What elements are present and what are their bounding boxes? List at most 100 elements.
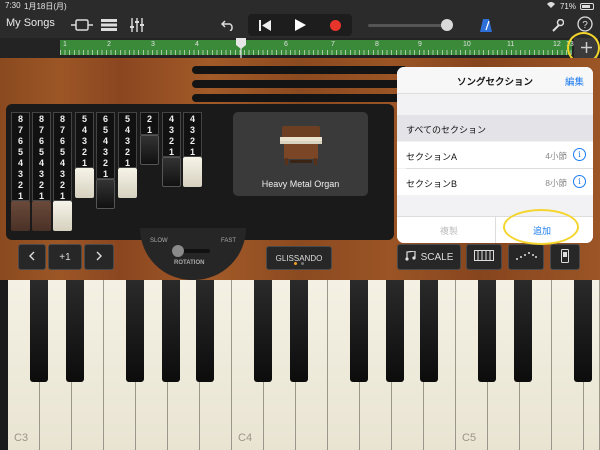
undo-icon[interactable] [220,16,236,34]
volume-knob[interactable] [441,19,453,31]
drawbar-number: 4 [38,158,44,168]
metronome-icon[interactable] [478,16,494,34]
drawbar-cap[interactable] [162,157,181,187]
browser-icon[interactable] [70,16,94,34]
glissando-button[interactable]: GLISSANDO [266,246,332,270]
black-key[interactable] [66,280,84,382]
drawbar-cap[interactable] [75,168,94,198]
ruler-number: 3 [151,41,155,48]
all-sections-label: すべてのセクション [406,125,487,135]
drawbar-8[interactable]: 4321 [162,112,181,187]
drawbar-cap[interactable] [32,201,51,231]
drawbar-number: 2 [17,180,23,190]
drawbar-cap[interactable] [118,168,137,198]
chevron-left-icon [29,251,35,264]
black-key[interactable] [514,280,532,382]
scale-button[interactable]: SCALE [397,244,461,270]
octave-label: +1 [59,251,71,263]
ruler-number: 6 [284,41,288,48]
section-row-b[interactable]: セクションB 8小節 i [397,169,593,195]
arpeggio-icon [515,251,537,264]
section-name: セクションA [406,152,458,162]
drawbar-number: 5 [38,147,44,157]
master-volume-slider[interactable] [368,24,446,27]
black-key[interactable] [196,280,214,382]
speaker-slot [192,94,407,102]
popover-header: ソングセクション 編集 [397,67,593,94]
drawbar-4[interactable]: 54321 [75,112,94,198]
octave-up-button[interactable] [84,244,114,270]
black-key[interactable] [254,280,272,382]
my-songs-button[interactable]: My Songs [6,17,55,29]
settings-wrench-icon[interactable] [548,16,566,34]
timeline-ruler[interactable]: 1 2 3 4 5 6 7 8 9 10 11 12 13 [0,38,600,58]
edit-button[interactable]: 編集 [565,74,584,88]
drawbar-number: 5 [124,114,130,124]
drawbar-number: 1 [81,158,87,168]
popover-title: ソングセクション [456,77,533,88]
drawbar-number: 2 [146,114,152,124]
piano-keyboard: C3 C4 C5 [8,280,600,450]
info-icon[interactable]: i [573,148,586,161]
speaker-slot [192,66,407,74]
drawbar-cap[interactable] [53,201,72,231]
section-row-a[interactable]: セクションA 4小節 i [397,142,593,168]
octave-down-button[interactable] [18,244,46,270]
black-key[interactable] [290,280,308,382]
all-sections-row[interactable]: すべてのセクション [397,115,593,141]
help-icon[interactable]: ? [576,15,594,33]
black-key[interactable] [478,280,496,382]
battery-percent: 71% [559,1,576,11]
keyboard-settings-button[interactable] [550,244,580,270]
drawbar-3[interactable]: 87654321 [53,112,72,231]
ruler-ticks [60,50,572,55]
info-icon[interactable]: i [573,175,586,188]
drawbar-6[interactable]: 54321 [118,112,137,198]
chevron-right-icon [96,251,102,264]
drawbar-number: 4 [124,125,130,135]
drawbar-7[interactable]: 21 [140,112,159,165]
drawbar-number: 1 [189,147,195,157]
drawbar-number: 6 [38,136,44,146]
drawbar-number: 2 [38,180,44,190]
drawbar-cap[interactable] [183,157,202,187]
drawbar-number: 4 [17,158,23,168]
drawbar-1[interactable]: 87654321 [11,112,30,231]
drawbar-2[interactable]: 87654321 [32,112,51,231]
keyboard-layout-button[interactable] [466,244,502,270]
note-label-c4: C4 [238,432,253,444]
arpeggiator-button[interactable] [508,244,544,270]
drawbar-number: 4 [102,136,108,146]
tracks-view-icon[interactable] [98,16,120,34]
black-key[interactable] [574,280,592,382]
record-button[interactable] [318,14,352,36]
drawbar-9[interactable]: 4321 [183,112,202,187]
black-key[interactable] [30,280,48,382]
note-label-c5: C5 [462,432,477,444]
drawbar-number: 5 [17,147,23,157]
drawbar-5[interactable]: 654321 [96,112,115,209]
instrument-card[interactable]: Heavy Metal Organ [233,112,368,196]
record-icon [329,19,341,31]
go-to-beginning-icon[interactable] [248,14,282,36]
highlight-circle-add [503,209,579,245]
black-key[interactable] [162,280,180,382]
black-key[interactable] [420,280,438,382]
black-key[interactable] [386,280,404,382]
rotation-label: ROTATION [174,260,205,266]
drawbar-number: 6 [102,114,108,124]
drawbar-number: 8 [59,114,65,124]
drawbar-cap[interactable] [11,201,30,231]
wifi-icon [546,1,556,11]
play-icon[interactable] [283,14,317,36]
mixer-icon[interactable] [126,16,148,34]
transport-controls [248,14,352,36]
duplicate-button[interactable]: 複製 [440,224,458,237]
drawbar-number: 2 [59,180,65,190]
drawbar-cap[interactable] [96,179,115,209]
black-key[interactable] [350,280,368,382]
playhead[interactable] [236,38,246,58]
ruler-number: 10 [463,41,471,48]
drawbar-cap[interactable] [140,135,159,165]
black-key[interactable] [126,280,144,382]
